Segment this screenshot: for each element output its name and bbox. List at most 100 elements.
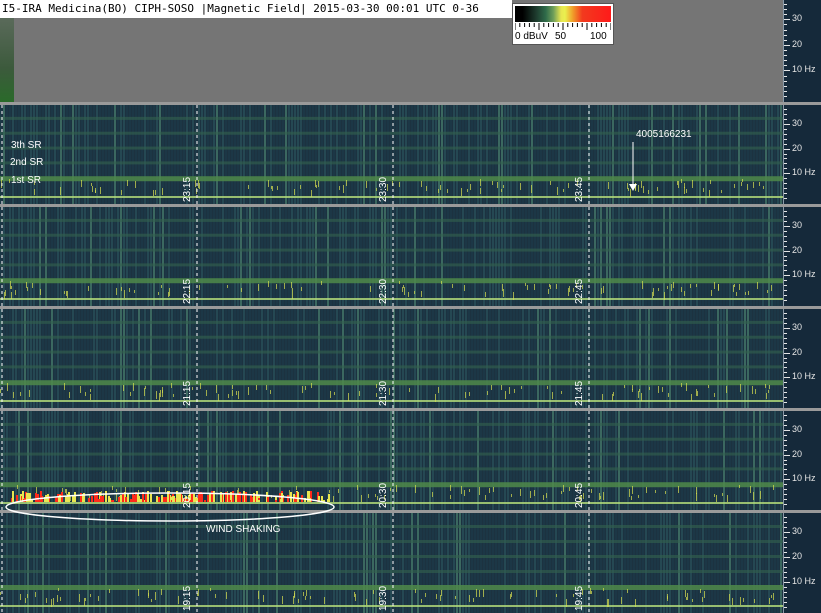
y-axis-minor-tick: [784, 215, 787, 217]
y-axis-minor-tick: [784, 415, 787, 416]
signal-speck: [759, 182, 760, 186]
signal-speck: [527, 285, 528, 290]
resonance-band: [0, 452, 783, 456]
y-axis-minor-tick: [784, 188, 787, 190]
y-axis-minor-tick: [784, 123, 787, 125]
signal-speck: [357, 485, 358, 490]
signal-speck: [658, 386, 659, 393]
signal-speck: [436, 594, 437, 599]
signal-speck: [302, 386, 303, 393]
y-axis-minor-tick: [784, 397, 787, 399]
signal-speck: [160, 390, 161, 397]
y-axis-row-4: 10 Hz 20 30: [783, 411, 821, 510]
y-axis-minor-tick: [784, 19, 787, 21]
signal-speck: [696, 493, 697, 501]
y-axis-minor-tick: [784, 337, 787, 339]
signal-speck: [161, 285, 162, 288]
signal-speck: [210, 588, 211, 591]
y-axis-tick-label: 30: [792, 423, 803, 434]
resonance-band: [0, 422, 783, 426]
signal-speck: [734, 184, 735, 188]
signal-speck: [480, 179, 481, 186]
y-axis-minor-tick: [784, 290, 787, 292]
signal-speck: [464, 490, 465, 496]
signal-speck: [664, 292, 665, 300]
time-label: 21:30: [378, 380, 389, 406]
signal-speck: [702, 597, 703, 602]
signal-speck: [602, 394, 603, 400]
y-axis-minor-tick: [784, 178, 787, 180]
signal-speck: [696, 389, 697, 396]
signal-speck: [90, 389, 91, 392]
y-axis-top: 10 Hz 20 30: [783, 0, 821, 102]
y-axis-minor-tick: [784, 24, 787, 26]
signal-speck: [734, 284, 735, 287]
y-axis-minor-tick: [784, 96, 787, 97]
signal-speck: [32, 283, 33, 288]
signal-speck: [57, 595, 58, 602]
signal-speck: [556, 284, 557, 289]
signal-speck: [740, 384, 741, 392]
time-label: 23:45: [574, 176, 585, 202]
resonance-band: [0, 161, 783, 165]
signal-speck: [667, 286, 668, 289]
signal-speck: [568, 183, 569, 188]
signal-speck: [771, 285, 772, 291]
signal-speck: [455, 596, 456, 599]
signal-speck: [461, 486, 462, 494]
signal-speck: [60, 187, 61, 195]
y-axis-row-2: 10 Hz 20 30: [783, 207, 821, 306]
signal-speck: [121, 287, 122, 291]
y-axis-minor-tick: [784, 402, 787, 403]
signal-speck: [292, 288, 293, 291]
signal-speck: [714, 393, 715, 397]
signal-speck: [292, 291, 293, 299]
time-label: 20:15: [182, 482, 193, 508]
y-axis-minor-tick: [784, 504, 787, 505]
annotation-3rd-sr: 3th SR: [11, 140, 42, 151]
signal-speck: [376, 188, 377, 191]
y-axis-minor-tick: [784, 240, 787, 242]
y-axis-minor-tick: [784, 317, 787, 319]
signal-speck: [124, 290, 125, 298]
signal-speck: [0, 389, 1, 393]
y-axis-minor-tick: [784, 494, 787, 496]
signal-speck: [497, 182, 498, 188]
resonance-band: [0, 555, 783, 558]
signal-speck: [339, 186, 340, 190]
resonance-band: [0, 248, 783, 252]
signal-speck: [408, 292, 409, 297]
signal-speck: [773, 485, 774, 490]
signal-speck: [501, 385, 502, 390]
signal-speck: [697, 391, 698, 396]
y-axis-minor-tick: [784, 270, 787, 272]
signal-speck: [294, 593, 295, 598]
spectrogram-canvas: [0, 207, 783, 306]
signal-speck: [53, 598, 54, 605]
signal-speck: [709, 190, 710, 197]
y-axis-minor-tick: [784, 148, 787, 150]
signal-speck: [311, 383, 312, 388]
y-axis-minor-tick: [784, 577, 787, 578]
signal-speck: [513, 292, 514, 300]
signal-speck: [421, 181, 422, 187]
y-axis-minor-tick: [784, 484, 787, 486]
signal-speck: [343, 185, 344, 193]
signal-speck: [635, 599, 636, 607]
signal-speck: [284, 283, 285, 289]
signal-speck: [151, 599, 152, 602]
signal-speck: [450, 495, 451, 499]
signal-speck: [421, 599, 422, 603]
signal-speck: [480, 188, 481, 194]
signal-speck: [81, 180, 82, 187]
signal-speck: [599, 493, 600, 500]
signal-speck: [750, 486, 751, 493]
signal-speck: [127, 180, 128, 186]
signal-speck: [129, 288, 130, 292]
annotation-2nd-sr: 2nd SR: [10, 157, 44, 168]
signal-speck: [268, 180, 269, 187]
signal-speck: [662, 387, 663, 392]
signal-speck: [549, 284, 550, 287]
signal-speck: [116, 288, 117, 295]
signal-speck: [501, 189, 502, 192]
